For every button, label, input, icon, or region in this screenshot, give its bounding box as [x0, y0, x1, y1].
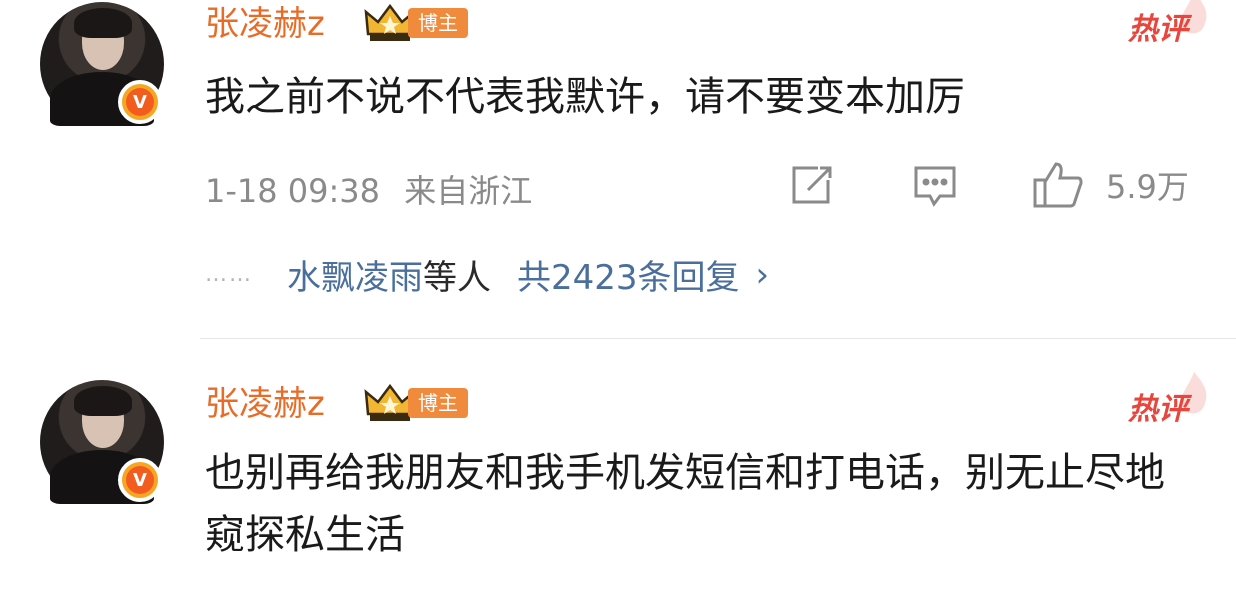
reply-count-link[interactable]: 共2423条回复 — [517, 250, 740, 299]
comment-text: 也别再给我朋友和我手机发短信和打电话，别无止尽地窥探私生活 — [205, 450, 1165, 558]
username[interactable]: 张凌赫z — [205, 382, 325, 426]
hot-comment-tag: 热评 — [1128, 372, 1207, 428]
divider — [200, 338, 1236, 339]
repost-button[interactable] — [788, 164, 834, 206]
verified-v-icon: V — [118, 80, 162, 124]
hot-comment-tag: 热评 — [1128, 0, 1207, 48]
repost-icon — [792, 166, 832, 204]
reply-user-link[interactable]: 水飘凌雨 — [287, 250, 423, 299]
chevron-right-icon: › — [755, 254, 770, 295]
avatar[interactable]: V — [40, 2, 164, 126]
role-badge: 博主 — [408, 8, 468, 38]
replies-summary[interactable]: …… 水飘凌雨 等人 共2423条回复 › — [205, 250, 769, 299]
comment-time: 1-18 09:38 — [205, 172, 381, 210]
comment-icon — [914, 166, 956, 207]
like-button[interactable]: 5.9万 — [1032, 160, 1189, 210]
comment-meta: 1-18 09:38 来自浙江 — [205, 166, 532, 212]
verified-v-icon: V — [118, 458, 162, 502]
username[interactable]: 张凌赫z — [205, 2, 325, 46]
role-badge: 博主 — [408, 388, 468, 418]
comment-button[interactable] — [912, 164, 958, 208]
comment-location: 来自浙江 — [404, 172, 533, 210]
avatar[interactable]: V — [40, 380, 164, 504]
like-icon — [1033, 162, 1083, 208]
like-count: 5.9万 — [1106, 168, 1189, 206]
comment-text: 我之前不说不代表我默许，请不要变本加厉 — [205, 74, 965, 120]
